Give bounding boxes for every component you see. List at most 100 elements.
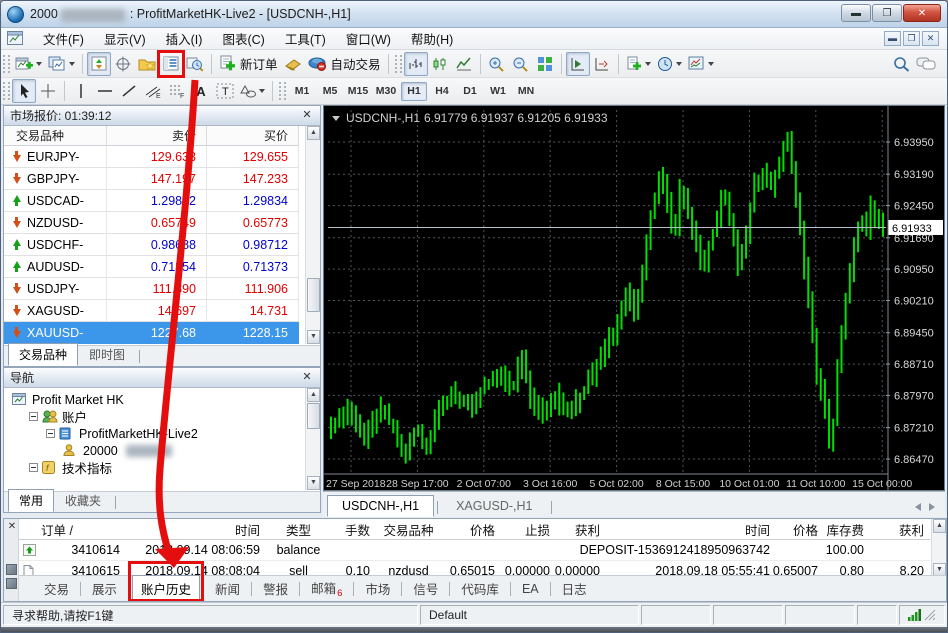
market-watch-scrollbar[interactable]: ▲ ▼ [305, 126, 320, 344]
market-row[interactable]: XAUUSD-1227.681228.15 [4, 322, 320, 344]
column-header[interactable]: 类型 [266, 519, 331, 540]
column-header[interactable]: 获利 [556, 519, 606, 540]
menu-item-1[interactable]: 显示(V) [94, 27, 156, 50]
tab-common[interactable]: 常用 [8, 489, 54, 512]
tabs-scroll-left-icon[interactable] [915, 503, 921, 511]
chart-window[interactable]: 27 Sep 201828 Sep 17:002 Oct 07:003 Oct … [323, 105, 945, 491]
market-row[interactable]: USDCHF-0.986880.98712 [4, 234, 320, 256]
scroll-down-icon[interactable]: ▼ [307, 330, 320, 344]
mdi-close-button[interactable]: ✕ [922, 31, 939, 46]
terminal-tab-6[interactable]: 市场 [357, 576, 398, 601]
chart-tab-usdcnh[interactable]: USDCNH-,H1 [327, 495, 434, 517]
tab-favorites[interactable]: 收藏夹 [54, 489, 112, 512]
tree-item-2[interactable]: ProfitMarketHK-Live2 [4, 425, 320, 442]
market-row[interactable]: AUDUSD-0.713540.71373 [4, 256, 320, 278]
column-header[interactable]: 时间 [126, 519, 266, 540]
zoom-in-button[interactable] [485, 52, 509, 76]
menu-item-4[interactable]: 工具(T) [275, 27, 336, 50]
profiles-button[interactable] [45, 52, 78, 76]
shortcut-icon[interactable] [6, 564, 17, 575]
chat-button[interactable] [913, 52, 939, 76]
column-header[interactable]: 订单 / [37, 519, 126, 540]
market-watch-button[interactable] [87, 52, 111, 76]
terminal-tab-0[interactable]: 交易 [36, 576, 77, 601]
symbol-cell[interactable]: EURJPY- [4, 146, 107, 168]
terminal-tab-4[interactable]: 警报 [255, 576, 296, 601]
market-row[interactable]: NZDUSD-0.657490.65773 [4, 212, 320, 234]
new-chart-button[interactable] [12, 52, 45, 76]
candlestick-chart-button[interactable] [428, 52, 452, 76]
terminal-tab-7[interactable]: 信号 [405, 576, 446, 601]
terminal-scrollbar[interactable]: ▲ ▼ [931, 519, 946, 577]
scroll-up-icon[interactable]: ▲ [307, 388, 320, 402]
bar-chart-button[interactable] [404, 52, 428, 76]
resize-grip-icon[interactable] [924, 609, 936, 621]
chart-shift-button[interactable] [590, 52, 614, 76]
tree-item-0[interactable]: Profit Market HK [4, 391, 320, 408]
symbol-cell[interactable]: XAUUSD- [4, 322, 107, 344]
column-header[interactable]: 库存费 [824, 519, 870, 540]
column-header[interactable]: 价格 [441, 519, 501, 540]
indicators-button[interactable] [623, 52, 654, 76]
collapse-icon[interactable] [46, 429, 55, 438]
timeframe-button-m1[interactable]: M1 [289, 82, 315, 101]
search-button[interactable] [889, 52, 913, 76]
tab-symbols[interactable]: 交易品种 [8, 343, 78, 366]
symbol-cell[interactable]: USDJPY- [4, 278, 107, 300]
symbol-cell[interactable]: AUDUSD- [4, 256, 107, 278]
auto-scroll-button[interactable] [566, 52, 590, 76]
market-row[interactable]: USDJPY-111.890111.906 [4, 278, 320, 300]
terminal-tab-1[interactable]: 展示 [84, 576, 125, 601]
navigator-scrollbar[interactable]: ▲ ▼ [305, 388, 320, 490]
tree-item-3[interactable]: 20000 [4, 442, 320, 459]
templates-button[interactable] [685, 52, 717, 76]
terminal-button[interactable] [159, 52, 183, 76]
status-profile[interactable]: Default [420, 605, 639, 625]
symbol-cell[interactable]: USDCHF- [4, 234, 107, 256]
mdi-minimize-button[interactable]: ▬ [884, 31, 901, 46]
timeframe-button-h1[interactable]: H1 [401, 82, 427, 101]
vertical-line-tool-button[interactable] [69, 79, 93, 103]
close-icon[interactable]: ✕ [300, 109, 314, 123]
new-order-button[interactable]: 新订单 [216, 52, 281, 76]
mdi-restore-button[interactable]: ❐ [903, 31, 920, 46]
symbol-cell[interactable]: XAGUSD- [4, 300, 107, 322]
close-icon[interactable]: ✕ [300, 371, 314, 385]
horizontal-line-tool-button[interactable] [93, 79, 117, 103]
symbol-cell[interactable]: USDCAD- [4, 190, 107, 212]
history-row[interactable]: 34106142018.09.14 08:06:59balanceDEPOSIT… [19, 540, 935, 561]
terminal-tab-8[interactable]: 代码库 [453, 576, 507, 601]
scroll-thumb[interactable] [307, 403, 320, 429]
timeframe-button-m5[interactable]: M5 [317, 82, 343, 101]
channel-tool-button[interactable]: E [141, 79, 165, 103]
terminal-tab-3[interactable]: 新闻 [207, 576, 248, 601]
menu-item-3[interactable]: 图表(C) [212, 27, 274, 50]
scroll-thumb[interactable] [307, 278, 320, 312]
collapse-icon[interactable] [29, 412, 38, 421]
column-header[interactable]: 时间 [606, 519, 776, 540]
scroll-up-icon[interactable]: ▲ [307, 126, 320, 140]
market-row[interactable]: GBPJPY-147.197147.233 [4, 168, 320, 190]
line-chart-button[interactable] [452, 52, 476, 76]
strategy-tester-button[interactable] [183, 52, 207, 76]
scroll-up-icon[interactable]: ▲ [933, 519, 946, 533]
column-header[interactable]: 止损 [501, 519, 556, 540]
column-header[interactable]: 获利 [870, 519, 930, 540]
price-chart[interactable]: 27 Sep 201828 Sep 17:002 Oct 07:003 Oct … [324, 106, 944, 490]
terminal-tab-5[interactable]: 邮箱6 [303, 575, 350, 602]
market-watch-titlebar[interactable]: 市场报价: 01:39:12 ✕ [4, 106, 320, 126]
title-bar[interactable]: 2000 : ProfitMarketHK-Live2 - [USDCNH-,H… [1, 1, 947, 28]
market-row[interactable]: USDCAD-1.298121.29834 [4, 190, 320, 212]
crosshair-tool-button[interactable] [36, 79, 60, 103]
terminal-tab-9[interactable]: EA [514, 579, 547, 599]
cursor-tool-button[interactable] [12, 79, 36, 103]
menu-item-2[interactable]: 插入(I) [156, 27, 213, 50]
data-window-button[interactable] [111, 52, 135, 76]
menu-item-6[interactable]: 帮助(H) [401, 27, 463, 50]
navigator-button[interactable] [135, 52, 159, 76]
timeframe-button-h4[interactable]: H4 [429, 82, 455, 101]
terminal-tab-2[interactable]: 账户历史 [132, 575, 200, 602]
text-label-tool-button[interactable]: T [213, 79, 237, 103]
timeframe-button-d1[interactable]: D1 [457, 82, 483, 101]
minimize-button[interactable]: ▬ [841, 4, 871, 22]
